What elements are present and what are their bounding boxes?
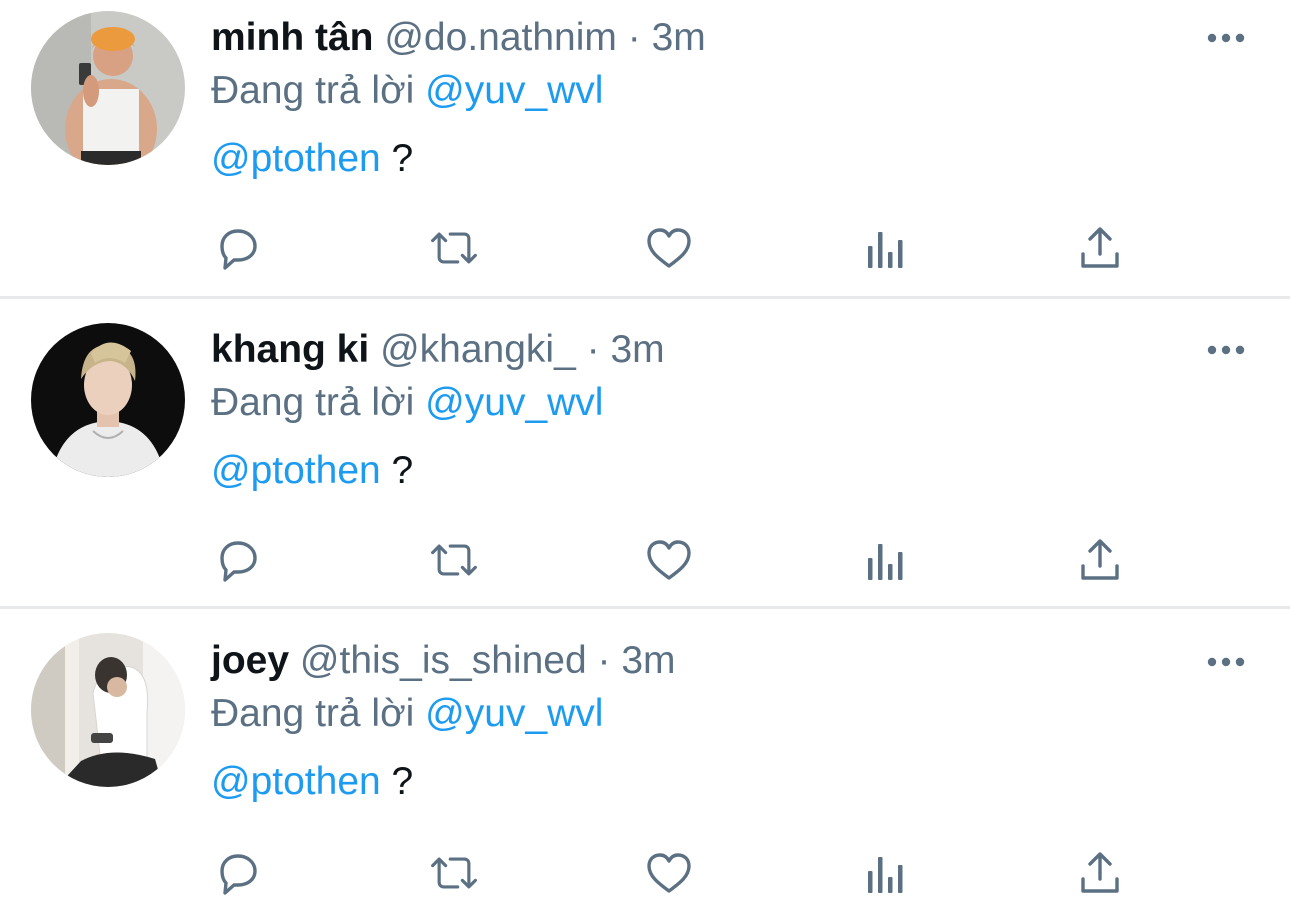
display-name[interactable]: khang ki bbox=[211, 328, 369, 371]
tweet-body: ? bbox=[380, 760, 414, 803]
separator-dot: · bbox=[627, 16, 641, 59]
reply-to-link[interactable]: @yuv_wvl bbox=[425, 692, 603, 735]
action-bar bbox=[0, 847, 1290, 899]
retweet-icon[interactable] bbox=[428, 222, 480, 274]
like-icon[interactable] bbox=[643, 847, 695, 899]
reply-icon[interactable] bbox=[212, 847, 264, 899]
tweet-header: khang ki @khangki_ · 3m bbox=[211, 326, 665, 374]
tweet-header: minh tân @do.nathnim · 3m bbox=[211, 14, 706, 62]
reply-to-link[interactable]: @yuv_wvl bbox=[425, 381, 603, 424]
tweet-text: @ptothen ? bbox=[211, 758, 413, 806]
like-icon[interactable] bbox=[643, 222, 695, 274]
retweet-icon[interactable] bbox=[428, 534, 480, 586]
replying-to: Đang trả lời @yuv_wvl bbox=[211, 379, 603, 427]
analytics-icon[interactable] bbox=[859, 847, 911, 899]
separator-dot: · bbox=[597, 639, 611, 682]
retweet-icon[interactable] bbox=[428, 847, 480, 899]
avatar[interactable] bbox=[31, 11, 185, 165]
tweet[interactable]: khang ki @khangki_ · 3m Đang trả lời @yu… bbox=[0, 299, 1290, 606]
share-icon[interactable] bbox=[1074, 534, 1126, 586]
user-handle[interactable]: @this_is_shined bbox=[300, 639, 587, 682]
share-icon[interactable] bbox=[1074, 847, 1126, 899]
user-handle[interactable]: @do.nathnim bbox=[384, 16, 617, 59]
mention-link[interactable]: @ptothen bbox=[211, 760, 381, 803]
more-dots-icon[interactable] bbox=[1204, 652, 1248, 672]
timestamp[interactable]: 3m bbox=[610, 328, 664, 371]
replying-to: Đang trả lời @yuv_wvl bbox=[211, 67, 603, 115]
avatar[interactable] bbox=[31, 633, 185, 787]
avatar[interactable] bbox=[31, 323, 185, 477]
timestamp[interactable]: 3m bbox=[621, 639, 675, 682]
share-icon[interactable] bbox=[1074, 222, 1126, 274]
tweet-text: @ptothen ? bbox=[211, 447, 413, 495]
tweet-header: joey @this_is_shined · 3m bbox=[211, 637, 676, 685]
reply-to-link[interactable]: @yuv_wvl bbox=[425, 69, 603, 112]
reply-prefix: Đang trả lời bbox=[211, 692, 415, 735]
reply-prefix: Đang trả lời bbox=[211, 381, 415, 424]
reply-prefix: Đang trả lời bbox=[211, 69, 415, 112]
like-icon[interactable] bbox=[643, 534, 695, 586]
reply-icon[interactable] bbox=[212, 534, 264, 586]
mention-link[interactable]: @ptothen bbox=[211, 137, 381, 180]
tweet[interactable]: joey @this_is_shined · 3m Đang trả lời @… bbox=[0, 609, 1290, 909]
tweet[interactable]: minh tân @do.nathnim · 3m Đang trả lời @… bbox=[0, 0, 1290, 296]
replying-to: Đang trả lời @yuv_wvl bbox=[211, 690, 603, 738]
user-handle[interactable]: @khangki_ bbox=[380, 328, 576, 371]
tweet-body: ? bbox=[380, 137, 414, 180]
reply-icon[interactable] bbox=[212, 222, 264, 274]
tweet-text: @ptothen ? bbox=[211, 135, 413, 183]
more-dots-icon[interactable] bbox=[1204, 28, 1248, 48]
tweet-body: ? bbox=[380, 449, 414, 492]
separator-dot: · bbox=[586, 328, 600, 371]
analytics-icon[interactable] bbox=[859, 534, 911, 586]
display-name[interactable]: minh tân bbox=[211, 16, 374, 59]
analytics-icon[interactable] bbox=[859, 222, 911, 274]
action-bar bbox=[0, 222, 1290, 274]
action-bar bbox=[0, 534, 1290, 586]
mention-link[interactable]: @ptothen bbox=[211, 449, 381, 492]
timestamp[interactable]: 3m bbox=[652, 16, 706, 59]
more-dots-icon[interactable] bbox=[1204, 340, 1248, 360]
display-name[interactable]: joey bbox=[211, 639, 289, 682]
